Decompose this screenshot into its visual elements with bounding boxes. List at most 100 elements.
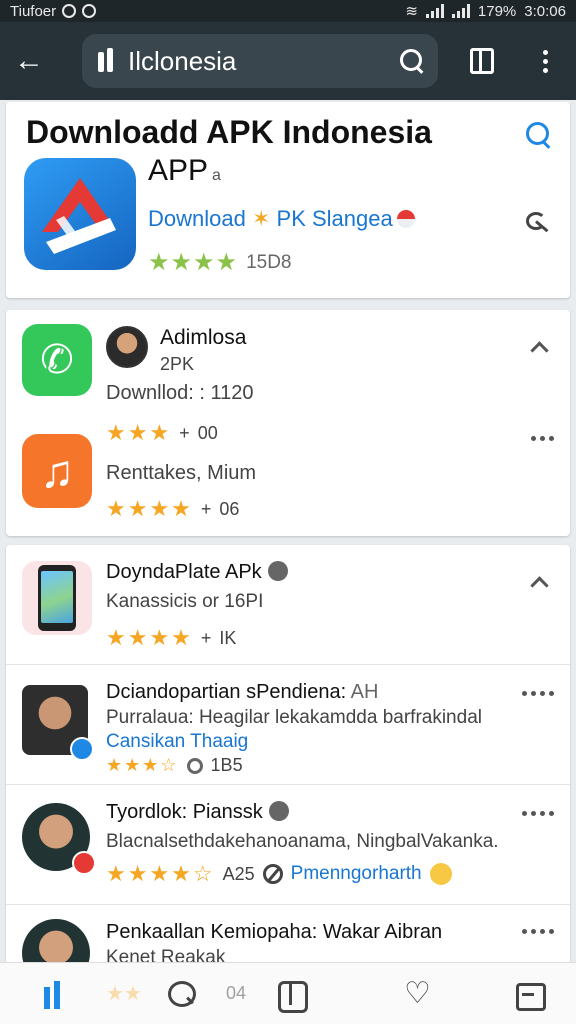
like-badge-icon — [72, 851, 96, 875]
indonesia-flag-icon — [396, 210, 415, 228]
views-icon — [186, 757, 203, 774]
app-rating: ★★★ + 00 — [106, 420, 218, 446]
app-name[interactable]: Adimlosa — [160, 326, 246, 350]
rating-stars-icon: ★★★★ — [148, 249, 239, 276]
item-title-text: DoyndaPlate APk — [106, 561, 262, 583]
wifi-icon: ≋ — [405, 3, 418, 20]
feed-card: DoyndaPlate APk Kanassicis or 16PI ★★★★ … — [6, 545, 570, 965]
download-link-suffix: PK Slangea — [276, 206, 393, 231]
item-rating: ★★★★ + IK — [106, 625, 236, 651]
item-link[interactable]: Cansikan Thaaig — [106, 731, 248, 753]
search-query[interactable]: Ilclonesia — [128, 46, 400, 77]
item-tag: AH — [350, 681, 379, 703]
rating-stars-icon: ★★★☆ — [106, 755, 179, 775]
rating-stars-icon: ★★ — [106, 983, 142, 1005]
clock: 3:0:06 — [524, 2, 566, 20]
more-options-icon[interactable] — [522, 691, 554, 696]
item-title: Penkaallan Kemiopaha: Wakar Aibran — [106, 921, 443, 943]
verified-badge-icon — [70, 737, 94, 761]
chevron-up-icon[interactable] — [530, 338, 548, 356]
map-app-icon — [22, 561, 92, 635]
bottom-peek-text: 04 — [226, 983, 247, 1003]
more-options-icon[interactable] — [522, 929, 554, 934]
library-icon — [96, 48, 118, 74]
tools-icon[interactable] — [524, 210, 552, 230]
search-icon[interactable] — [526, 122, 552, 148]
app-rating: ★★★★ + 06 — [106, 496, 239, 522]
overflow-menu-icon[interactable] — [543, 49, 562, 73]
settings-status-icon — [82, 4, 97, 18]
info-icon — [267, 561, 288, 581]
rating-plus: + — [179, 422, 190, 443]
download-count: Downllod: : 1120 — [106, 382, 254, 404]
avatar — [22, 919, 90, 965]
list-item[interactable]: DoyndaPlate APk Kanassicis or 16PI ★★★★ … — [6, 545, 570, 665]
back-arrow-icon[interactable]: ← — [14, 44, 58, 78]
sync-icon — [62, 4, 77, 18]
list-item[interactable]: Penkaallan Kemiopaha: Wakar Aibran Kenet… — [6, 905, 570, 965]
rating-stars-icon: ★★★★ — [106, 625, 193, 650]
more-options-icon[interactable] — [522, 811, 554, 816]
item-rating: ★★★★☆ A25 Pmenngorharth — [106, 861, 452, 887]
search-input[interactable]: Ilclonesia — [82, 34, 438, 88]
app-subtitle-note: a — [212, 167, 221, 184]
app-toolbar: ← Ilclonesia — [0, 22, 576, 100]
item-rating: ★★★☆ 1B5 — [106, 755, 243, 776]
signal-icon-2 — [451, 4, 470, 18]
item-subtitle: Blacnalsethdakehanoanama, NingbalVakanka… — [106, 831, 499, 852]
music-app-icon[interactable]: ♫ — [22, 434, 92, 508]
item-subtitle: Kanassicis or 16PI — [106, 591, 264, 612]
rating-count: IK — [219, 627, 237, 648]
rating-count: 00 — [197, 422, 218, 443]
item-link[interactable]: Pmenngorharth — [291, 863, 422, 885]
search-icon[interactable] — [400, 49, 424, 73]
rating-count: 1B5 — [210, 755, 243, 775]
app-subtitle-text: APP — [148, 154, 209, 187]
list-item[interactable]: Tyordlok: Pianssk Blacnalsethdakehanoana… — [6, 785, 570, 905]
featured-app-card[interactable]: Downloadd APK Indonesia APP a Download ✶ … — [6, 102, 570, 298]
page-title: Downloadd APK Indonesia — [26, 114, 432, 150]
emoji-icon — [429, 863, 452, 885]
item-title-text: Dciandopartian sPendiena: — [106, 681, 347, 703]
item-title: DoyndaPlate APk — [106, 561, 288, 584]
download-link-prefix: Download — [148, 206, 246, 231]
more-options-icon[interactable] — [531, 436, 554, 441]
battery-level: 179% — [477, 2, 517, 20]
item-subtitle: Purralaua: Heagilar lekakamdda barfrakin… — [106, 707, 482, 728]
signal-icon — [425, 4, 444, 18]
phone-app-icon[interactable]: ✆ — [22, 324, 92, 396]
avatar — [22, 685, 94, 761]
status-bar: Tiufoer ≋ 179% 3:0:06 — [0, 0, 576, 22]
featured-rating: ★★★★ 15D8 — [148, 248, 291, 277]
top-apps-card: ✆ Adimlosa 2PK Downllod: : 1120 ★★★ + 00… — [6, 310, 570, 536]
app-sub: 2PK — [160, 354, 195, 374]
carrier-label: Tiufoer — [10, 2, 57, 20]
bottom-navigation: ★★ 04 ♡ — [0, 962, 576, 1024]
chat-icon[interactable] — [166, 979, 196, 1009]
rating-plus: + — [200, 627, 212, 648]
avatar — [106, 326, 148, 368]
home-icon[interactable] — [40, 979, 70, 1009]
rating-stars-icon: ★★★ — [106, 420, 172, 445]
app-name[interactable]: Renttakes, Mium — [106, 462, 256, 485]
rating-stars-icon: ★★★★☆ — [106, 861, 215, 886]
heart-icon[interactable]: ♡ — [404, 979, 434, 1009]
inbox-icon[interactable] — [514, 979, 546, 1011]
avatar — [22, 803, 96, 875]
chevron-up-icon[interactable] — [530, 573, 548, 591]
block-icon — [262, 864, 283, 884]
book-icon[interactable] — [276, 979, 308, 1013]
info-icon — [268, 801, 289, 821]
rating-plus: + — [200, 498, 212, 519]
book-icon[interactable] — [470, 48, 494, 74]
item-title: Tyordlok: Pianssk — [106, 801, 289, 824]
rating-stars-icon: ★★★★ — [106, 496, 193, 521]
list-item[interactable]: Dciandopartian sPendiena: AH Purralaua: … — [6, 665, 570, 785]
download-link[interactable]: Download ✶ PK Slangea — [148, 206, 415, 232]
item-title-text: Tyordlok: Pianssk — [106, 801, 263, 823]
app-logo-icon[interactable] — [24, 158, 136, 270]
rating-count: A25 — [222, 863, 255, 884]
item-title: Dciandopartian sPendiena: AH — [106, 681, 378, 704]
app-subtitle: APP a — [148, 154, 221, 188]
rating-count: 06 — [219, 498, 240, 519]
